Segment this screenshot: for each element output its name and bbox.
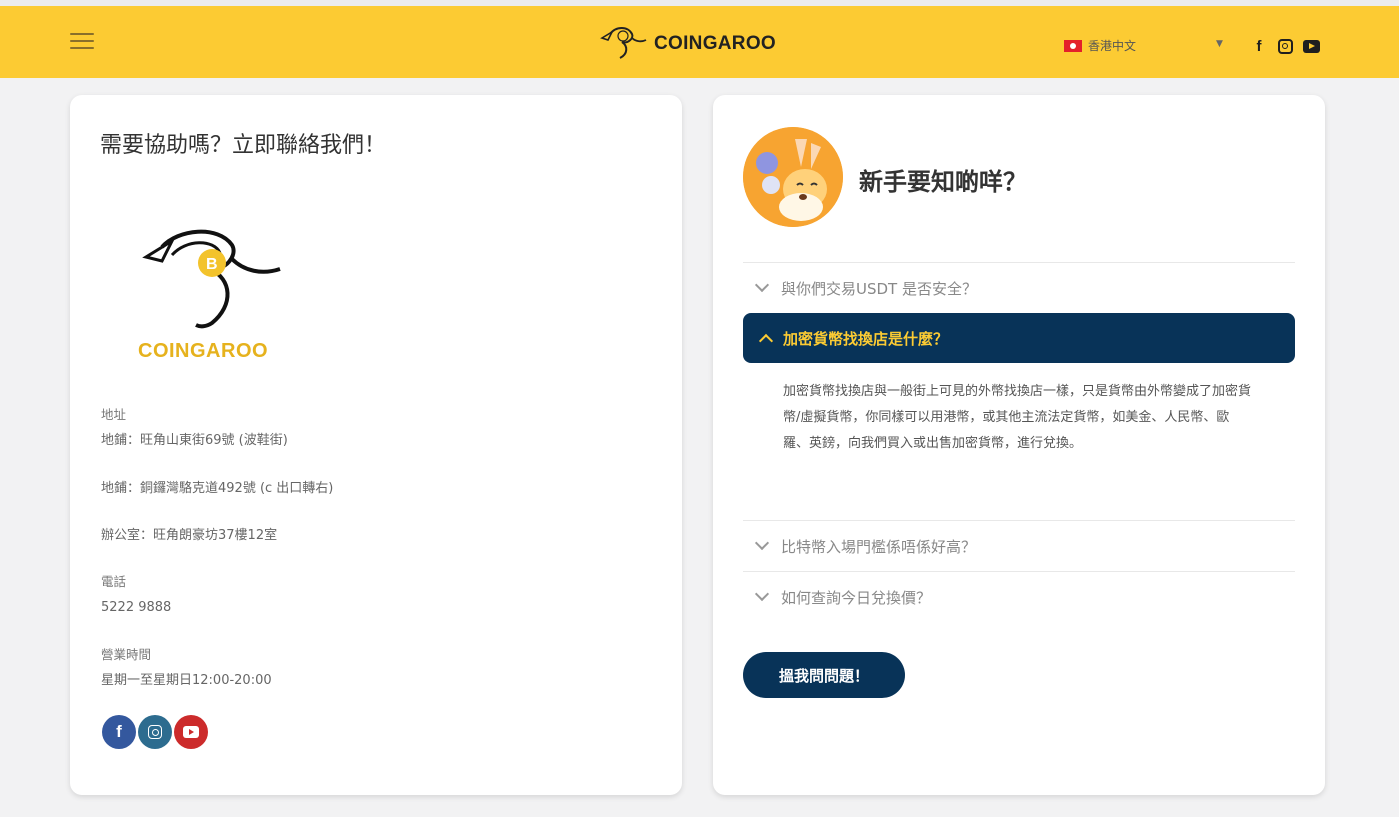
ask-question-button[interactable]: 搵我問問題！: [743, 652, 905, 698]
header-brand-text: COINGAROO: [654, 33, 776, 54]
faq-item[interactable]: 與你們交易USDT 是否安全？: [743, 262, 1295, 313]
address-line-1: 地鋪：旺角山東街69號 (波鞋街): [101, 433, 288, 448]
svg-text:B: B: [206, 256, 218, 273]
chevron-down-icon: [754, 277, 770, 293]
hamburger-menu-icon[interactable]: [70, 33, 94, 51]
faq-card: 新手要知啲咩？ 與你們交易USDT 是否安全？ 加密貨幣找換店是什麼？ 加密貨幣…: [713, 95, 1325, 795]
site-header: COINGAROO 香港中文 ▼ f: [0, 6, 1399, 78]
chevron-up-icon: [758, 333, 774, 349]
language-selector[interactable]: 香港中文: [1064, 37, 1136, 54]
contact-card: 需要協助嗎？立即聯絡我們！ B COINGAROO 地址 地鋪：旺角山東街69號…: [70, 95, 682, 795]
hk-flag-icon: [1064, 39, 1082, 52]
header-logo[interactable]: COINGAROO: [598, 24, 776, 64]
chevron-down-icon[interactable]: ▼: [1216, 39, 1223, 49]
instagram-icon[interactable]: [1276, 37, 1294, 55]
faq-item-expanded[interactable]: 加密貨幣找換店是什麼？: [743, 313, 1295, 363]
faq-item[interactable]: 比特幣入場門檻係唔係好高？: [743, 520, 1295, 571]
faq-accordion: 與你們交易USDT 是否安全？ 加密貨幣找換店是什麼？ 加密貨幣找換店與一般街上…: [743, 262, 1295, 622]
language-label: 香港中文: [1088, 39, 1137, 53]
opening-hours: 星期一至星期日12:00-20:00: [101, 673, 272, 688]
faq-question: 比特幣入場門檻係唔係好高？: [781, 537, 977, 556]
address-line-2: 地鋪：銅鑼灣駱克道492號 (c 出口轉右): [101, 481, 334, 496]
contact-title: 需要協助嗎？立即聯絡我們！: [100, 133, 387, 158]
phone-number[interactable]: 5222 9888: [101, 598, 171, 618]
mascot-avatar: [743, 127, 843, 227]
address-label: 地址: [101, 407, 127, 422]
chevron-down-icon: [754, 586, 770, 602]
hours-label: 營業時間: [101, 647, 152, 662]
office-address: 辦公室：旺角朗豪坊37樓12室: [101, 528, 278, 543]
faq-question: 如何查詢今日兌換價？: [781, 588, 932, 607]
logo-brand-text: COINGAROO: [138, 340, 269, 362]
kangaroo-logo-icon: B: [142, 229, 281, 329]
contact-social-links: f: [102, 715, 208, 749]
faq-item[interactable]: 如何查詢今日兌換價？: [743, 571, 1295, 622]
faq-answer: 加密貨幣找換店與一般街上可見的外幣找換店一樣，只是貨幣由外幣變成了加密貨幣/虛擬…: [783, 384, 1252, 451]
youtube-icon[interactable]: [1302, 37, 1320, 55]
facebook-icon[interactable]: f: [1250, 37, 1268, 55]
facebook-icon[interactable]: f: [102, 715, 136, 749]
header-social-links: f: [1250, 37, 1320, 55]
kangaroo-mascot-icon: [743, 127, 843, 227]
youtube-icon[interactable]: [174, 715, 208, 749]
faq-title: 新手要知啲咩？: [859, 168, 1027, 196]
instagram-icon[interactable]: [138, 715, 172, 749]
coingaroo-logo: B COINGAROO: [132, 227, 312, 367]
phone-label: 電話: [101, 574, 127, 589]
faq-question: 與你們交易USDT 是否安全？: [781, 279, 977, 298]
kangaroo-logo-icon: [600, 27, 647, 59]
chevron-down-icon: [754, 535, 770, 551]
faq-question: 加密貨幣找換店是什麼？: [783, 329, 949, 348]
